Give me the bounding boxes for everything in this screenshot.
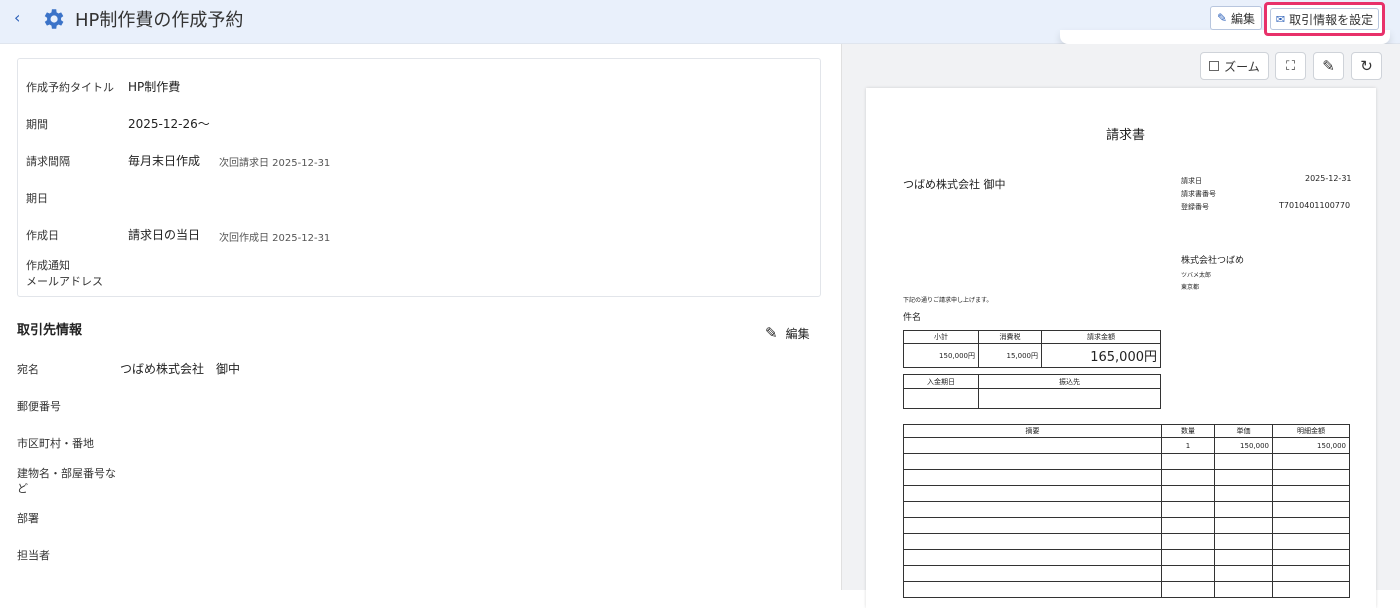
title-label: 作成予約タイトル xyxy=(26,81,114,94)
person-label: 担当者 xyxy=(17,549,50,562)
draw-button[interactable]: ✎ xyxy=(1313,52,1344,80)
refresh-icon: ↻ xyxy=(1360,57,1373,75)
next-invoice-date: 次回請求日 2025-12-31 xyxy=(219,158,331,169)
page-title: HP制作費の作成予約 xyxy=(75,10,244,31)
building-label-1: 建物名・部屋番号な xyxy=(17,467,116,480)
created-label: 作成日 xyxy=(26,229,59,242)
created-value: 請求日の当日 xyxy=(128,228,201,242)
bank-label: 振込先 xyxy=(978,374,1161,389)
total-value: 165,000円 xyxy=(1041,343,1161,368)
zoom-label: ズーム xyxy=(1224,59,1260,74)
reg-label: 登録番号 xyxy=(1181,203,1209,211)
doc-title: 請求書 xyxy=(1106,128,1146,143)
date-value: 2025-12-31 xyxy=(1305,174,1352,183)
title-value: HP制作費 xyxy=(128,80,181,94)
table-row xyxy=(903,469,1350,486)
edit-button-label: 編集 xyxy=(1231,11,1256,26)
back-icon[interactable]: ‹ xyxy=(14,8,20,27)
table-row xyxy=(903,533,1350,550)
table-row: 1 150,000 150,000 xyxy=(903,437,1350,454)
interval-value: 毎月末日作成 xyxy=(128,154,201,168)
recipient: つばめ株式会社 御中 xyxy=(903,178,1006,191)
header-bar: ‹ HP制作費の作成予約 ✎ 編集 ✉ 取引情報を設定 xyxy=(0,0,1400,44)
tax-value: 15,000円 xyxy=(978,343,1042,368)
postal-label: 郵便番号 xyxy=(17,400,61,413)
tax-label: 消費税 xyxy=(978,330,1042,344)
table-row xyxy=(903,565,1350,582)
detail-pane: 作成予約タイトル HP制作費 期間 2025-12-26〜 請求間隔 毎月末日作… xyxy=(0,44,840,590)
gear-icon xyxy=(44,9,64,29)
qty-header: 数量 xyxy=(1161,424,1215,438)
issuer: 株式会社つばめ xyxy=(1181,256,1245,266)
name-label: 宛名 xyxy=(17,363,39,376)
zoom-toggle[interactable]: ズーム xyxy=(1200,52,1269,80)
pencil-icon: ✎ xyxy=(1322,57,1335,75)
table-row xyxy=(903,549,1350,566)
notify-label-1: 作成通知 xyxy=(26,259,70,272)
client-section-title: 取引先情報 xyxy=(17,323,83,338)
table-row xyxy=(903,501,1350,518)
amount-header: 明細金額 xyxy=(1272,424,1350,438)
client-edit-button[interactable]: ✎ 編集 xyxy=(765,324,810,342)
due-label: 期日 xyxy=(26,192,48,205)
invoice-preview: 請求書 つばめ株式会社 御中 請求日 2025-12-31 請求書番号 登録番号… xyxy=(866,88,1376,608)
address-label: 市区町村・番地 xyxy=(17,437,94,450)
unit-price-value: 150,000 xyxy=(1214,437,1273,454)
schedule-card: 作成予約タイトル HP制作費 期間 2025-12-26〜 請求間隔 毎月末日作… xyxy=(17,58,821,297)
refresh-button[interactable]: ↻ xyxy=(1351,52,1382,80)
reg-value: T7010401100770 xyxy=(1279,201,1351,210)
qty-value: 1 xyxy=(1161,437,1215,454)
mail-icon: ✉ xyxy=(1275,12,1286,26)
dept-label: 部署 xyxy=(17,512,39,525)
due-date-label: 入金期日 xyxy=(903,374,979,389)
preview-pane: ズーム ⛶ ✎ ↻ 請求書 つばめ株式会社 御中 請求日 2025-12-31 … xyxy=(841,44,1400,608)
table-row xyxy=(903,453,1350,470)
name-value: つばめ株式会社 御中 xyxy=(120,362,241,376)
fullscreen-button[interactable]: ⛶ xyxy=(1275,52,1306,80)
client-edit-label: 編集 xyxy=(785,326,810,341)
items-table: 摘要 数量 単価 明細金額 1 150,000 150,000 xyxy=(903,424,1350,598)
date-label: 請求日 xyxy=(1181,177,1202,185)
issuer-person: ツバメ太郎 xyxy=(1181,272,1212,279)
period-value: 2025-12-26〜 xyxy=(128,117,210,131)
notify-label-2: メールアドレス xyxy=(26,275,103,288)
subtotal-value: 150,000円 xyxy=(903,343,979,368)
building-label-2: ど xyxy=(17,482,28,495)
table-row xyxy=(903,517,1350,534)
next-created-date: 次回作成日 2025-12-31 xyxy=(219,233,331,244)
pencil-icon: ✎ xyxy=(765,324,778,342)
amount-value: 150,000 xyxy=(1272,437,1350,454)
period-label: 期間 xyxy=(26,118,48,131)
payment-table: 入金期日 振込先 xyxy=(903,374,1161,409)
total-label: 請求金額 xyxy=(1041,330,1161,344)
desc-header: 摘要 xyxy=(903,424,1162,438)
number-label: 請求書番号 xyxy=(1181,190,1216,198)
zoom-checkbox[interactable] xyxy=(1209,61,1220,71)
set-transaction-label: 取引情報を設定 xyxy=(1289,12,1374,27)
subtotal-label: 小計 xyxy=(903,330,979,344)
highlight-frame: ✉ 取引情報を設定 xyxy=(1264,2,1385,36)
pencil-icon: ✎ xyxy=(1216,11,1228,25)
edit-button[interactable]: ✎ 編集 xyxy=(1210,6,1262,30)
interval-label: 請求間隔 xyxy=(26,155,70,168)
fullscreen-icon: ⛶ xyxy=(1285,58,1296,74)
totals-table: 小計 消費税 請求金額 150,000円 15,000円 165,000円 xyxy=(903,330,1161,368)
subject-label: 件名 xyxy=(903,313,922,323)
set-transaction-button[interactable]: ✉ 取引情報を設定 xyxy=(1270,8,1379,30)
unit-header: 単価 xyxy=(1214,424,1273,438)
message: 下記の通りご請求申し上げます。 xyxy=(903,297,993,304)
table-row xyxy=(903,485,1350,502)
issuer-address: 東京都 xyxy=(1181,284,1200,291)
